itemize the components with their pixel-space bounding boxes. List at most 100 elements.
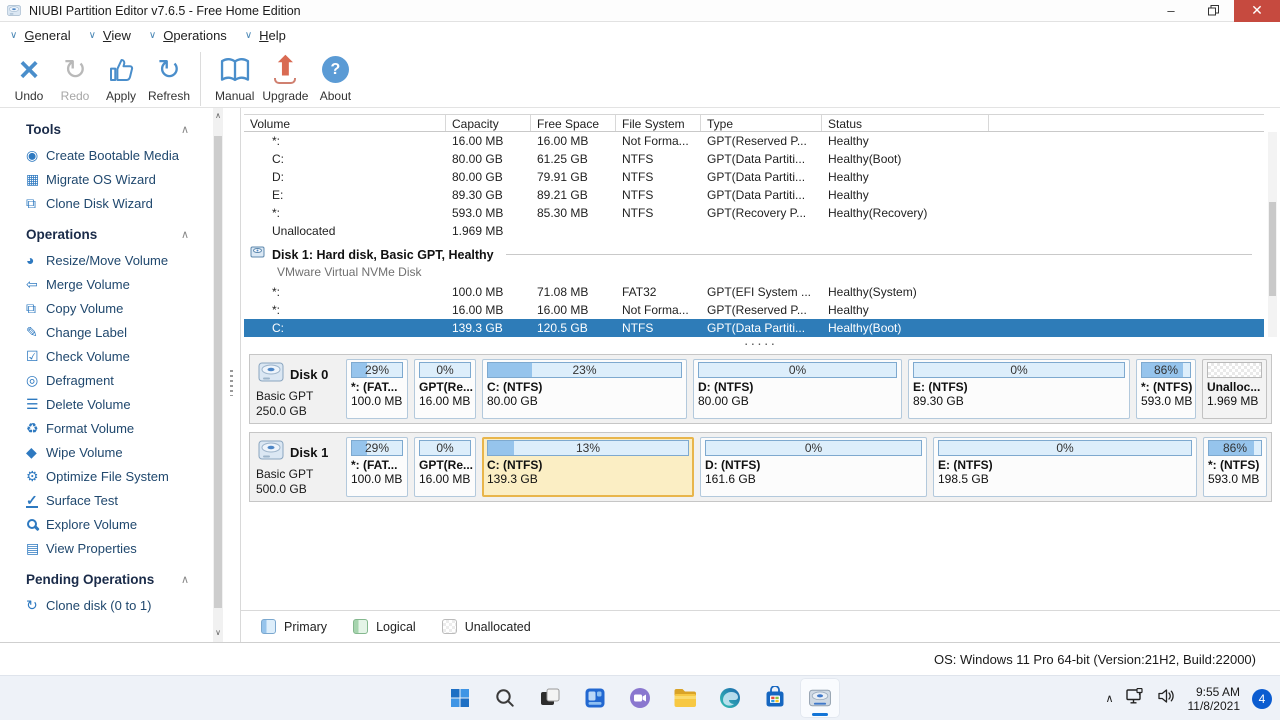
table-scrollbar-thumb[interactable] [1269,202,1276,296]
table-row[interactable]: C:80.00 GB61.25 GBNTFSGPT(Data Partiti..… [244,150,1264,168]
table-disk-splitter[interactable]: ····· [241,339,1280,349]
partition-label: E: (NTFS) [913,380,1125,394]
about-button[interactable]: ?About [312,51,358,103]
undo-button[interactable]: ×Undo [6,51,52,103]
network-icon[interactable] [1126,688,1145,710]
table-cell: Not Forma... [616,303,701,317]
table-row[interactable]: C:139.3 GB120.5 GBNTFSGPT(Data Partiti..… [244,319,1264,337]
sidebar-item-wipe-volume[interactable]: ◆Wipe Volume [0,440,213,464]
taskbar-icon-search[interactable] [485,678,525,718]
table-row[interactable]: E:89.30 GB89.21 GBNTFSGPT(Data Partiti..… [244,186,1264,204]
sidebar-section-header[interactable]: Pending Operations∧ [26,572,213,587]
usage-bar: 86% [1141,362,1191,378]
disk-size: 500.0 GB [256,482,340,497]
disk-info[interactable]: Disk 1Basic GPT500.0 GB [256,437,340,497]
column-header-file-system[interactable]: File System [616,115,701,131]
table-scrollbar[interactable] [1268,132,1277,337]
sidebar-item-clone-disk-wizard[interactable]: ⧉Clone Disk Wizard [0,191,213,215]
scroll-up-icon[interactable]: ∧ [213,111,223,120]
partition-block-unallocated[interactable]: Unalloc...1.969 MB [1202,359,1267,419]
sidebar-item-migrate-os-wizard[interactable]: ▦Migrate OS Wizard [0,167,213,191]
minimize-button[interactable]: – [1150,0,1192,22]
table-row[interactable]: *:593.0 MB85.30 MBNTFSGPT(Recovery P...H… [244,204,1264,222]
notification-badge[interactable]: 4 [1252,689,1272,709]
table-row[interactable]: *:16.00 MB16.00 MBNot Forma...GPT(Reserv… [244,301,1264,319]
sidebar-item-check-volume[interactable]: ☑Check Volume [0,344,213,368]
sidebar-item-create-bootable-media[interactable]: ◉Create Bootable Media [0,143,213,167]
partition-block[interactable]: 0%E: (NTFS)198.5 GB [933,437,1197,497]
sidebar-item-format-volume[interactable]: ♻Format Volume [0,416,213,440]
menu-item-view[interactable]: ∨View [89,28,131,43]
sidebar-item-optimize-file-system[interactable]: ⚙Optimize File System [0,464,213,488]
sidebar-item-defragment[interactable]: ◎Defragment [0,368,213,392]
column-header-free-space[interactable]: Free Space [531,115,616,131]
manual-button[interactable]: Manual [211,51,258,103]
sidebar-item-change-label[interactable]: ✎Change Label [0,320,213,344]
legend-swatch-logical [353,619,368,634]
partition-block[interactable]: 0%GPT(Re...16.00 MB [414,437,476,497]
chevron-up-icon[interactable]: ∧ [181,573,189,586]
sidebar-item-merge-volume[interactable]: ⇦Merge Volume [0,272,213,296]
taskbar-icon-start[interactable] [440,678,480,718]
close-button[interactable]: ✕ [1234,0,1280,22]
sidebar-item-delete-volume[interactable]: ☰Delete Volume [0,392,213,416]
disk-model-text: VMware Virtual NVMe Disk [277,265,1258,279]
sidebar-item-resize-move-volume[interactable]: ◕Resize/Move Volume [0,248,213,272]
partition-block[interactable]: 13%C: (NTFS)139.3 GB [482,437,694,497]
taskbar-icon-store[interactable] [755,678,795,718]
refresh-button[interactable]: ↻Refresh [144,51,194,103]
chevron-up-icon[interactable]: ∧ [181,228,189,241]
menu-item-operations[interactable]: ∨Operations [149,28,227,43]
taskbar-icon-niubi[interactable] [800,678,840,718]
clock[interactable]: 9:55 AM 11/8/2021 [1188,685,1241,713]
menu-item-general[interactable]: ∨General [10,28,71,43]
migrate-icon: ▦ [26,171,46,187]
sidebar-item-explore-volume[interactable]: Explore Volume [0,512,213,536]
taskbar-icon-chat[interactable] [620,678,660,718]
partition-block[interactable]: 86%*: (NTFS)593.0 MB [1203,437,1267,497]
sidebar-item-label: Wipe Volume [46,445,123,460]
menu-item-help[interactable]: ∨Help [245,28,286,43]
partition-block[interactable]: 29%*: (FAT...100.0 MB [346,359,408,419]
partition-block[interactable]: 0%D: (NTFS)80.00 GB [693,359,902,419]
column-header-type[interactable]: Type [701,115,822,131]
table-row[interactable]: D:80.00 GB79.91 GBNTFSGPT(Data Partiti..… [244,168,1264,186]
sidebar-section-header[interactable]: Tools∧ [26,122,213,137]
table-row[interactable]: *:100.0 MB71.08 MBFAT32GPT(EFI System ..… [244,283,1264,301]
taskbar-icon-file-explorer[interactable] [665,678,705,718]
taskbar-icon-widgets[interactable] [575,678,615,718]
sidebar-item-view-properties[interactable]: ▤View Properties [0,536,213,560]
taskbar-icon-task-view[interactable] [530,678,570,718]
apply-button[interactable]: Apply [98,51,144,103]
speaker-icon[interactable] [1157,688,1176,709]
disk-info[interactable]: Disk 0Basic GPT250.0 GB [256,359,340,419]
scroll-down-icon[interactable]: ∨ [213,628,223,637]
table-cell: *: [244,134,446,148]
table-row[interactable]: *:16.00 MB16.00 MBNot Forma...GPT(Reserv… [244,132,1264,150]
sidebar-section-header[interactable]: Operations∧ [26,227,213,242]
scrollbar-thumb[interactable] [214,136,222,608]
partition-block[interactable]: 23%C: (NTFS)80.00 GB [482,359,687,419]
upgrade-button[interactable]: ⬆︎Upgrade [258,51,312,103]
taskbar-icon-edge[interactable] [710,678,750,718]
column-header-volume[interactable]: Volume [244,115,446,131]
chevron-up-icon[interactable]: ∧ [181,123,189,136]
toolbar: ×Undo↻RedoApply↻RefreshManual⬆︎Upgrade?A… [0,48,1280,108]
restore-button[interactable] [1192,0,1234,22]
sidebar-scrollbar[interactable]: ∧ ∨ [213,108,223,642]
clone-icon: ⧉ [26,195,46,211]
sidebar-item-surface-test[interactable]: ✓Surface Test [0,488,213,512]
partition-block[interactable]: 86%*: (NTFS)593.0 MB [1136,359,1196,419]
sidebar-item-clone-disk-0-to-1[interactable]: ↻Clone disk (0 to 1) [0,593,213,617]
partition-block[interactable]: 0%E: (NTFS)89.30 GB [908,359,1130,419]
tray-chevron-up-icon[interactable]: ∧ [1105,692,1113,705]
partition-block[interactable]: 0%GPT(Re...16.00 MB [414,359,476,419]
partition-block[interactable]: 29%*: (FAT...100.0 MB [346,437,408,497]
column-header-capacity[interactable]: Capacity [446,115,531,131]
partition-block[interactable]: 0%D: (NTFS)161.6 GB [700,437,927,497]
sidebar-item-copy-volume[interactable]: ⧉Copy Volume [0,296,213,320]
toolbar-button-label: Upgrade [262,89,308,103]
table-row[interactable]: Unallocated1.969 MB [244,222,1264,240]
panel-splitter-handle[interactable] [230,370,233,396]
column-header-status[interactable]: Status [822,115,989,131]
